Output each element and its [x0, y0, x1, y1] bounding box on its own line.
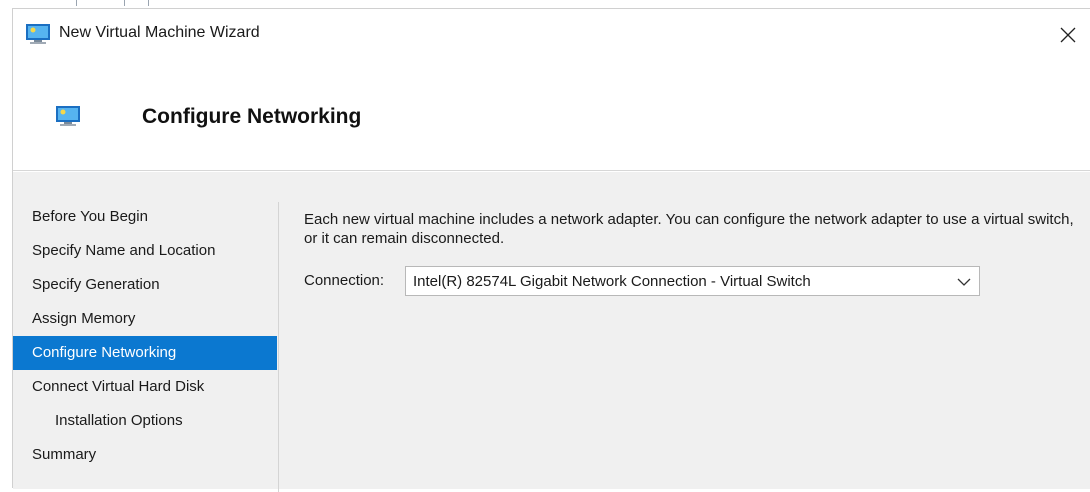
nav-item-before-you-begin[interactable]: Before You Begin — [13, 200, 277, 234]
step-nav: Before You Begin Specify Name and Locati… — [13, 200, 277, 472]
chevron-down-icon — [957, 278, 971, 286]
nav-item-assign-memory[interactable]: Assign Memory — [13, 302, 277, 336]
title-bar: New Virtual Machine Wizard — [13, 9, 1090, 61]
virtual-machine-icon — [56, 106, 80, 126]
window-title: New Virtual Machine Wizard — [59, 24, 260, 41]
nav-divider — [278, 202, 279, 492]
nav-item-summary[interactable]: Summary — [13, 438, 277, 472]
nav-item-specify-name-and-location[interactable]: Specify Name and Location — [13, 234, 277, 268]
close-button[interactable] — [1046, 15, 1090, 55]
nav-item-configure-networking[interactable]: Configure Networking — [13, 336, 277, 370]
page-title: Configure Networking — [142, 105, 362, 128]
step-content: Each new virtual machine includes a netw… — [304, 210, 1074, 296]
background-mark — [124, 0, 125, 6]
connection-label: Connection: — [304, 272, 385, 289]
wizard-body: Before You Begin Specify Name and Locati… — [13, 172, 1090, 492]
close-icon — [1060, 27, 1076, 43]
connection-dropdown[interactable]: Intel(R) 82574L Gigabit Network Connecti… — [405, 266, 980, 296]
wizard-header: Configure Networking — [13, 61, 1090, 171]
background-mark — [148, 0, 149, 6]
nav-item-installation-options[interactable]: Installation Options — [13, 404, 277, 438]
wizard-window: New Virtual Machine Wizard Configure Net… — [12, 8, 1090, 492]
connection-row: Connection: Intel(R) 82574L Gigabit Netw… — [304, 266, 994, 296]
background-strip — [0, 0, 1090, 8]
virtual-machine-icon — [26, 24, 50, 44]
nav-item-specify-generation[interactable]: Specify Generation — [13, 268, 277, 302]
nav-item-connect-virtual-hard-disk[interactable]: Connect Virtual Hard Disk — [13, 370, 277, 404]
step-description: Each new virtual machine includes a netw… — [304, 211, 1074, 247]
background-mark — [76, 0, 77, 6]
connection-selected-value: Intel(R) 82574L Gigabit Network Connecti… — [413, 273, 811, 290]
